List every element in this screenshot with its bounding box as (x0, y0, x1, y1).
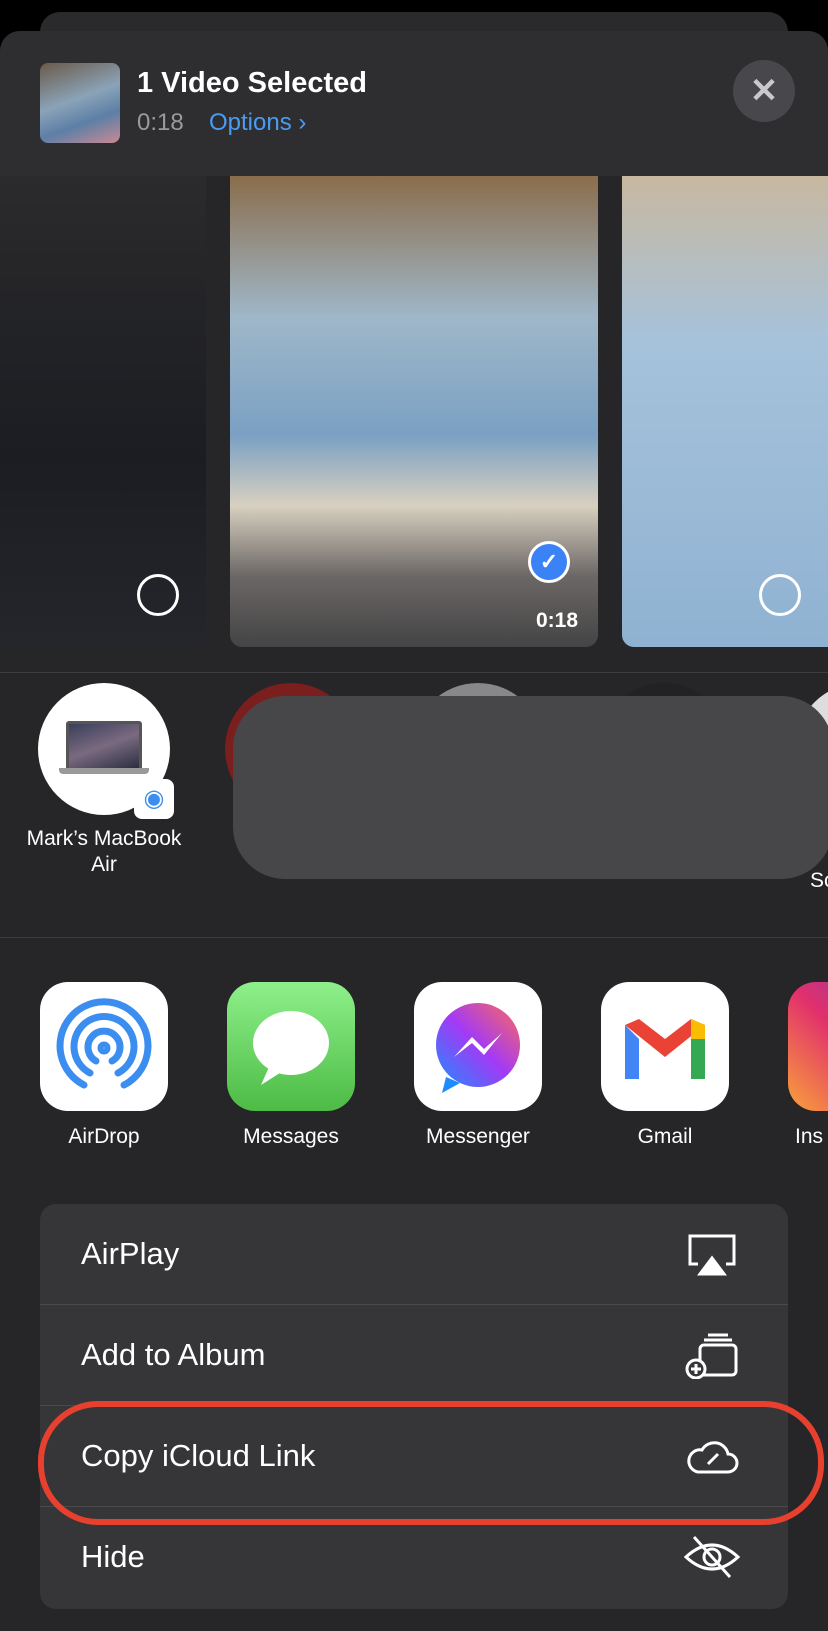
x-icon: ✕ (749, 72, 779, 110)
video-duration: 0:18 (137, 109, 184, 136)
action-add-to-album[interactable]: Add to Album (40, 1305, 788, 1406)
messenger-icon (414, 982, 542, 1111)
eye-slash-icon (684, 1535, 740, 1579)
gmail-icon (601, 982, 729, 1111)
selection-circle-icon[interactable] (759, 574, 801, 616)
options-label: Options (209, 109, 292, 136)
airdrop-icon: ◉ (134, 779, 174, 819)
instagram-icon (788, 982, 828, 1111)
highlight-annotation (38, 1401, 824, 1525)
chevron-right-icon: › (298, 109, 307, 136)
contact-name-partial: Sc (810, 869, 828, 892)
video-thumbnail (40, 63, 120, 143)
app-label: AirDrop (68, 1125, 140, 1148)
photo-item[interactable] (622, 176, 828, 647)
app-label: Ins (795, 1125, 824, 1148)
share-sheet: 1 Video Selected 0:18 Options › ✕ ✓ 0:18 … (0, 31, 828, 1631)
action-label: Hide (81, 1539, 145, 1574)
selection-title: 1 Video Selected (137, 67, 367, 99)
macbook-icon (59, 721, 149, 774)
action-airplay[interactable]: AirPlay (40, 1204, 788, 1305)
app-gmail[interactable]: Gmail (600, 982, 730, 1149)
app-messenger[interactable]: Messenger (413, 982, 543, 1149)
options-button[interactable]: Options › (209, 109, 306, 137)
app-label: Messages (243, 1125, 339, 1148)
redacted-area (233, 696, 828, 879)
app-airdrop[interactable]: AirDrop (39, 982, 169, 1149)
action-label: AirPlay (81, 1236, 180, 1271)
device-name: Mark’s MacBook Air (26, 827, 182, 876)
app-label: Gmail (637, 1125, 693, 1148)
checkmark-icon[interactable]: ✓ (528, 541, 570, 583)
airdrop-icon (40, 982, 168, 1111)
airdrop-device-avatar[interactable]: ◉ (38, 683, 174, 819)
video-duration-label: 0:18 (535, 609, 578, 632)
divider (0, 672, 828, 673)
divider (0, 937, 828, 938)
action-label: Add to Album (81, 1337, 266, 1372)
add-to-album-icon (685, 1333, 738, 1379)
close-button[interactable]: ✕ (733, 60, 795, 122)
photo-item[interactable] (0, 176, 206, 647)
app-instagram[interactable]: Ins (787, 982, 828, 1149)
messages-icon (227, 982, 355, 1111)
share-header: 1 Video Selected 0:18 Options › ✕ (0, 31, 828, 176)
photo-strip[interactable]: ✓ 0:18 (0, 176, 828, 647)
app-messages[interactable]: Messages (226, 982, 356, 1149)
app-label: Messenger (426, 1125, 530, 1148)
airplay-icon (688, 1234, 736, 1276)
selection-circle-icon[interactable] (137, 574, 179, 616)
photo-item[interactable]: ✓ 0:18 (230, 176, 598, 647)
